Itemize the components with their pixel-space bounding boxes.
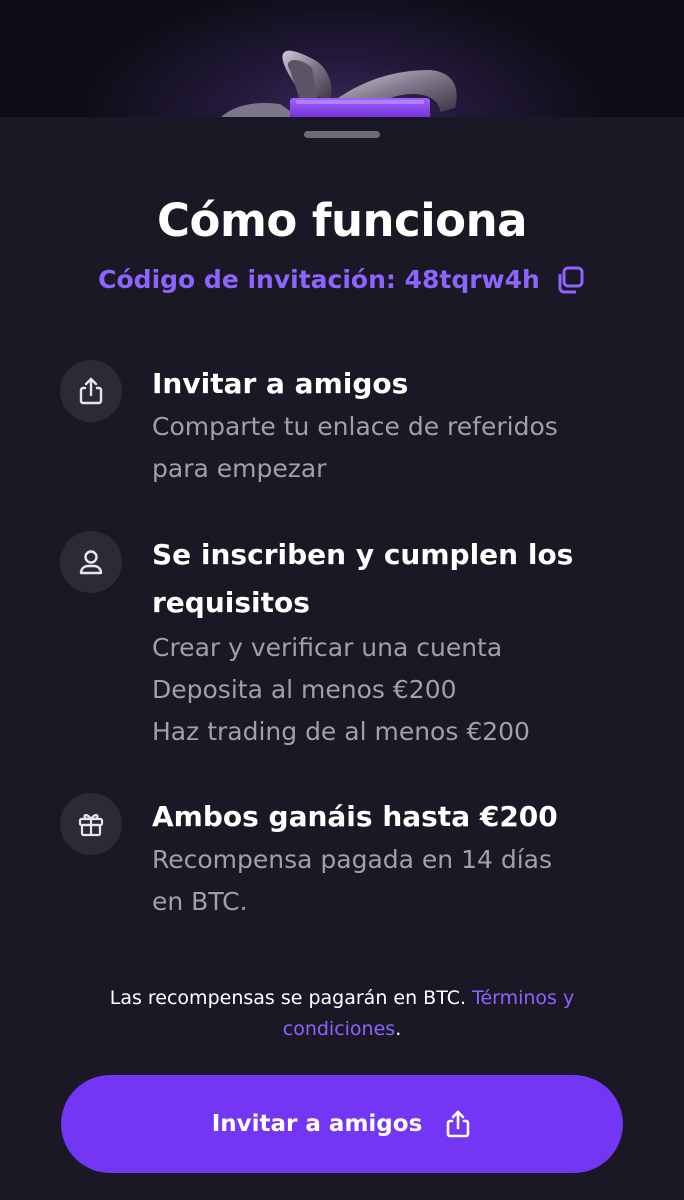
terms-link-continued[interactable]: condiciones	[283, 1018, 395, 1040]
invite-friends-button-label: Invitar a amigos	[211, 1111, 423, 1137]
copy-icon[interactable]	[554, 264, 586, 296]
step-description: Comparte tu enlace de referidos para emp…	[152, 412, 558, 483]
header-backdrop	[0, 0, 684, 118]
invite-friends-button[interactable]: Invitar a amigos	[61, 1075, 623, 1173]
step-title: Ambos ganáis hasta €200	[152, 800, 558, 833]
terms-link[interactable]: Términos y	[472, 987, 574, 1009]
rewards-note: Las recompensas se pagarán en BTC. Térmi…	[109, 987, 575, 1040]
step-invite-friends: Invitar a amigos Comparte tu enlace de r…	[60, 360, 640, 500]
bottom-sheet: Cómo funciona Código de invitación: 48tq…	[0, 117, 684, 1200]
page-title: Cómo funciona	[157, 194, 527, 247]
invite-code-text: Código de invitación: 48tqrw4h	[98, 265, 540, 294]
step-description: Recompensa pagada en 14 días en BTC.	[152, 845, 553, 916]
gift-icon	[60, 793, 122, 855]
user-icon	[60, 531, 122, 593]
share-icon	[446, 1110, 470, 1138]
share-icon	[60, 360, 122, 422]
step-sign-up-requirements: Se inscriben y cumplen los requisitos Cr…	[60, 531, 640, 771]
step-title: Invitar a amigos	[152, 367, 409, 400]
step-both-earn: Ambos ganáis hasta €200 Recompensa pagad…	[60, 793, 640, 933]
step-title: Se inscriben y cumplen los requisitos	[152, 538, 574, 619]
step-description: Crear y verificar una cuenta Deposita al…	[152, 633, 530, 746]
gift-ribbon-icon	[220, 50, 457, 118]
sheet-drag-handle[interactable]	[304, 131, 380, 138]
invite-code-row[interactable]: Código de invitación: 48tqrw4h	[0, 263, 684, 297]
